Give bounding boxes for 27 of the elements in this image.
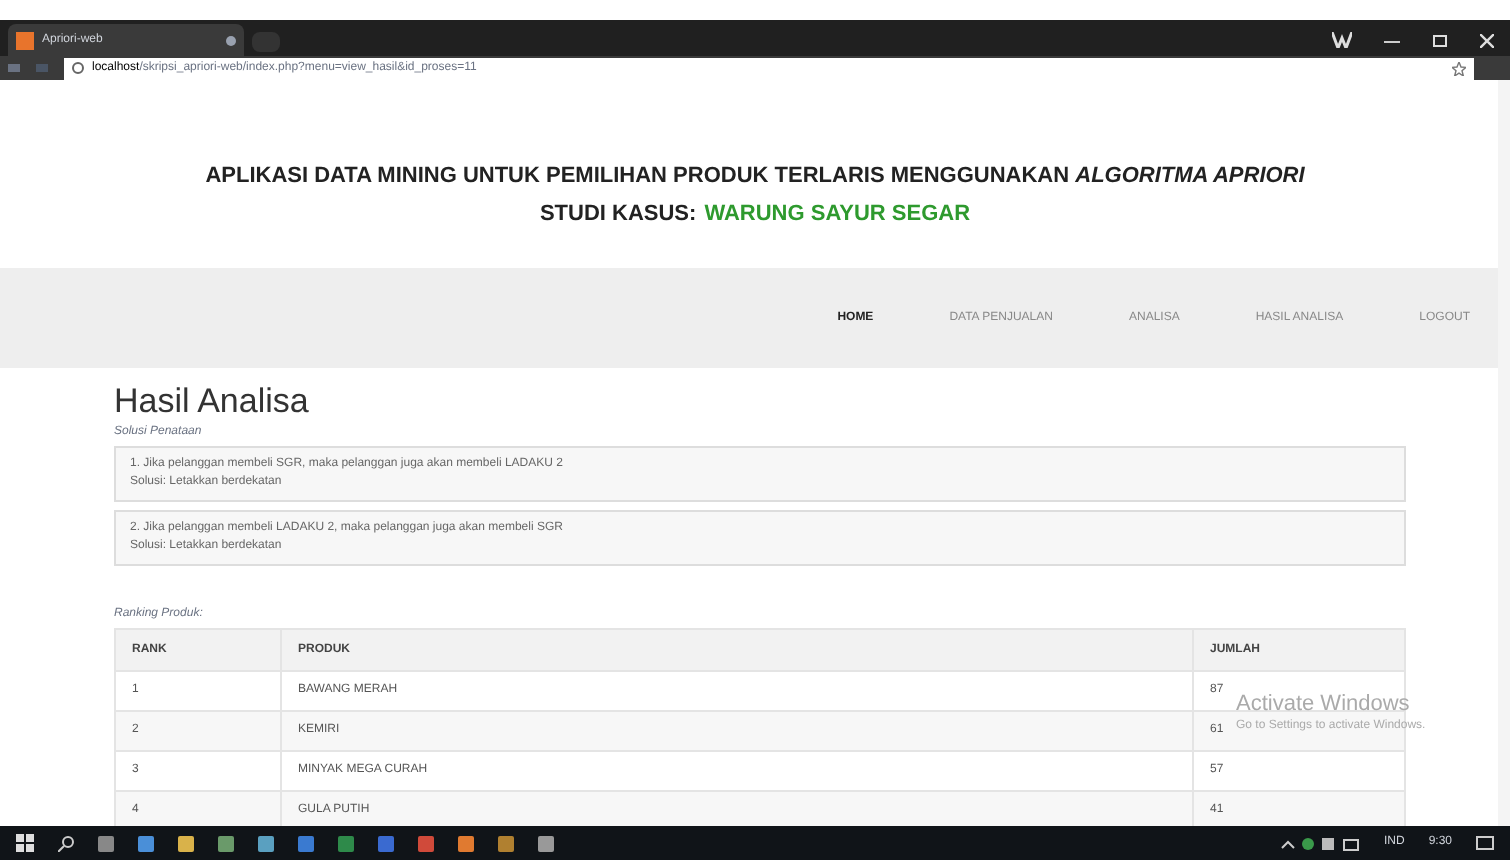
taskbar-app-icon[interactable] (98, 835, 114, 851)
tray-icons[interactable] (1279, 835, 1360, 851)
page-header-title: APLIKASI DATA MINING UNTUK PEMILIHAN PRODUK TERLARIS MENGGUNAKAN ALGORITMA APRIORI (205, 162, 1305, 192)
taskbar-app-icon[interactable] (138, 835, 154, 851)
taskbar-app-icon[interactable] (298, 835, 314, 851)
close-icon[interactable] (1480, 34, 1494, 48)
case-study-name: WARUNG SAYUR SEGAR (704, 199, 971, 229)
scrollbar[interactable] (1498, 80, 1510, 826)
case-study-label: STUDI KASUS: (539, 199, 697, 229)
taskbar-app-icon[interactable] (258, 835, 274, 851)
restore-icon[interactable] (1432, 32, 1448, 48)
taskbar-app-icon[interactable] (458, 835, 474, 851)
taskbar-app-icon[interactable] (498, 835, 514, 851)
user-icon[interactable] (1332, 32, 1352, 48)
taskbar-app-icon[interactable] (218, 835, 234, 851)
taskbar-app-icon[interactable] (338, 835, 354, 851)
info-icon (72, 62, 84, 74)
taskbar-app-icon[interactable] (418, 835, 434, 851)
taskbar-app-icon[interactable] (538, 835, 554, 851)
star-icon[interactable] (1452, 61, 1466, 75)
windows-start-icon[interactable] (16, 834, 34, 852)
search-icon[interactable] (58, 835, 74, 851)
activation-title: Activate Windows (1236, 692, 1412, 719)
taskbar-app-icon[interactable] (178, 835, 194, 851)
page-title: Hasil Analisa (114, 380, 311, 423)
tab-favicon-icon (16, 31, 34, 49)
notification-icon[interactable] (1476, 835, 1494, 851)
